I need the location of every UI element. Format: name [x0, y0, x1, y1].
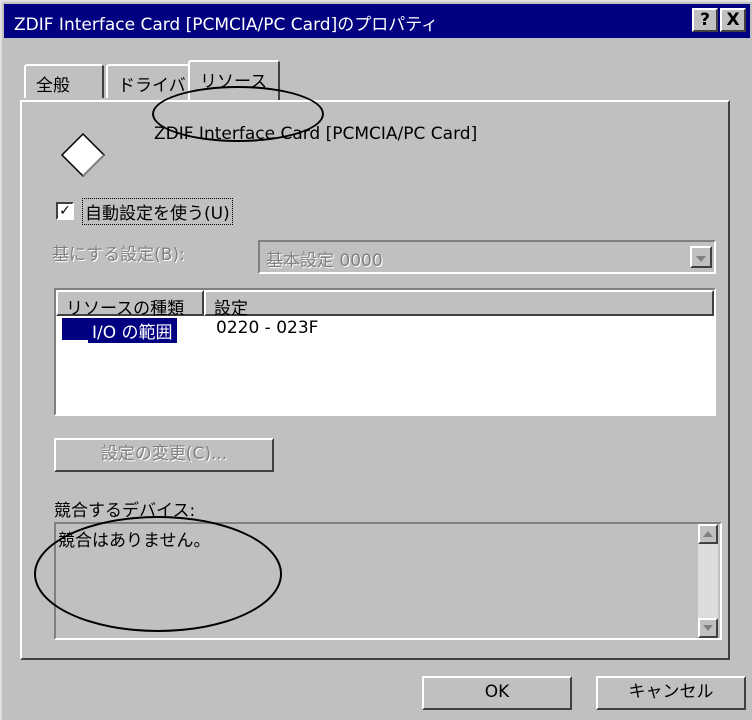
table-row[interactable]: I/O の範囲 0220 - 023F	[56, 318, 710, 343]
auto-settings-checkbox[interactable]: ✓	[56, 202, 74, 220]
scroll-down-button[interactable]	[698, 618, 718, 638]
device-name: ZDIF Interface Card [PCMCIA/PC Card]	[154, 124, 478, 144]
cancel-button[interactable]: キャンセル	[596, 676, 746, 710]
close-button[interactable]: X	[720, 8, 746, 32]
auto-settings-label[interactable]: 自動設定を使う(U)	[82, 198, 233, 225]
resource-row-icon	[62, 318, 88, 340]
base-setting-value: 基本設定 0000	[266, 251, 383, 271]
conflict-message: 競合はありません。	[58, 531, 211, 551]
diamond-device-icon	[60, 132, 106, 178]
arrow-down-icon	[703, 625, 713, 631]
tab-driver[interactable]: ドライバ	[106, 64, 194, 98]
tab-resources-label: リソース	[200, 72, 268, 92]
conflict-devices-label: 競合するデバイス:	[54, 501, 196, 521]
resource-table[interactable]: リソースの種類 設定 I/O の範囲 0220 - 023F	[54, 288, 716, 416]
resource-setting-cell: 0220 - 023F	[216, 318, 319, 338]
properties-dialog: ZDIF Interface Card [PCMCIA/PC Card]のプロパ…	[0, 0, 752, 720]
tab-resources[interactable]: リソース	[188, 60, 280, 100]
column-header-type[interactable]: リソースの種類	[56, 290, 204, 319]
dropdown-button[interactable]	[690, 246, 712, 268]
tab-driver-label: ドライバ	[118, 76, 186, 96]
base-setting-select[interactable]: 基本設定 0000	[258, 240, 716, 274]
help-button[interactable]: ?	[692, 8, 718, 32]
resource-type-cell: I/O の範囲	[88, 318, 177, 343]
tab-general[interactable]: 全般	[24, 64, 104, 98]
column-header-setting[interactable]: 設定	[204, 290, 714, 319]
resources-panel: ZDIF Interface Card [PCMCIA/PC Card] ✓ 自…	[20, 100, 730, 660]
ok-button[interactable]: OK	[422, 676, 572, 710]
tab-general-label: 全般	[36, 76, 70, 96]
window-title: ZDIF Interface Card [PCMCIA/PC Card]のプロパ…	[14, 15, 439, 35]
change-settings-button[interactable]: 設定の変更(C)...	[54, 438, 274, 472]
conflict-devices-box[interactable]: 競合はありません。	[54, 522, 722, 640]
arrow-up-icon	[703, 531, 713, 537]
title-bar[interactable]: ZDIF Interface Card [PCMCIA/PC Card]のプロパ…	[4, 4, 750, 38]
scroll-up-button[interactable]	[698, 524, 718, 544]
base-setting-label: 基にする設定(B):	[52, 245, 185, 265]
chevron-down-icon	[696, 256, 706, 262]
scrollbar-track[interactable]	[698, 524, 718, 638]
